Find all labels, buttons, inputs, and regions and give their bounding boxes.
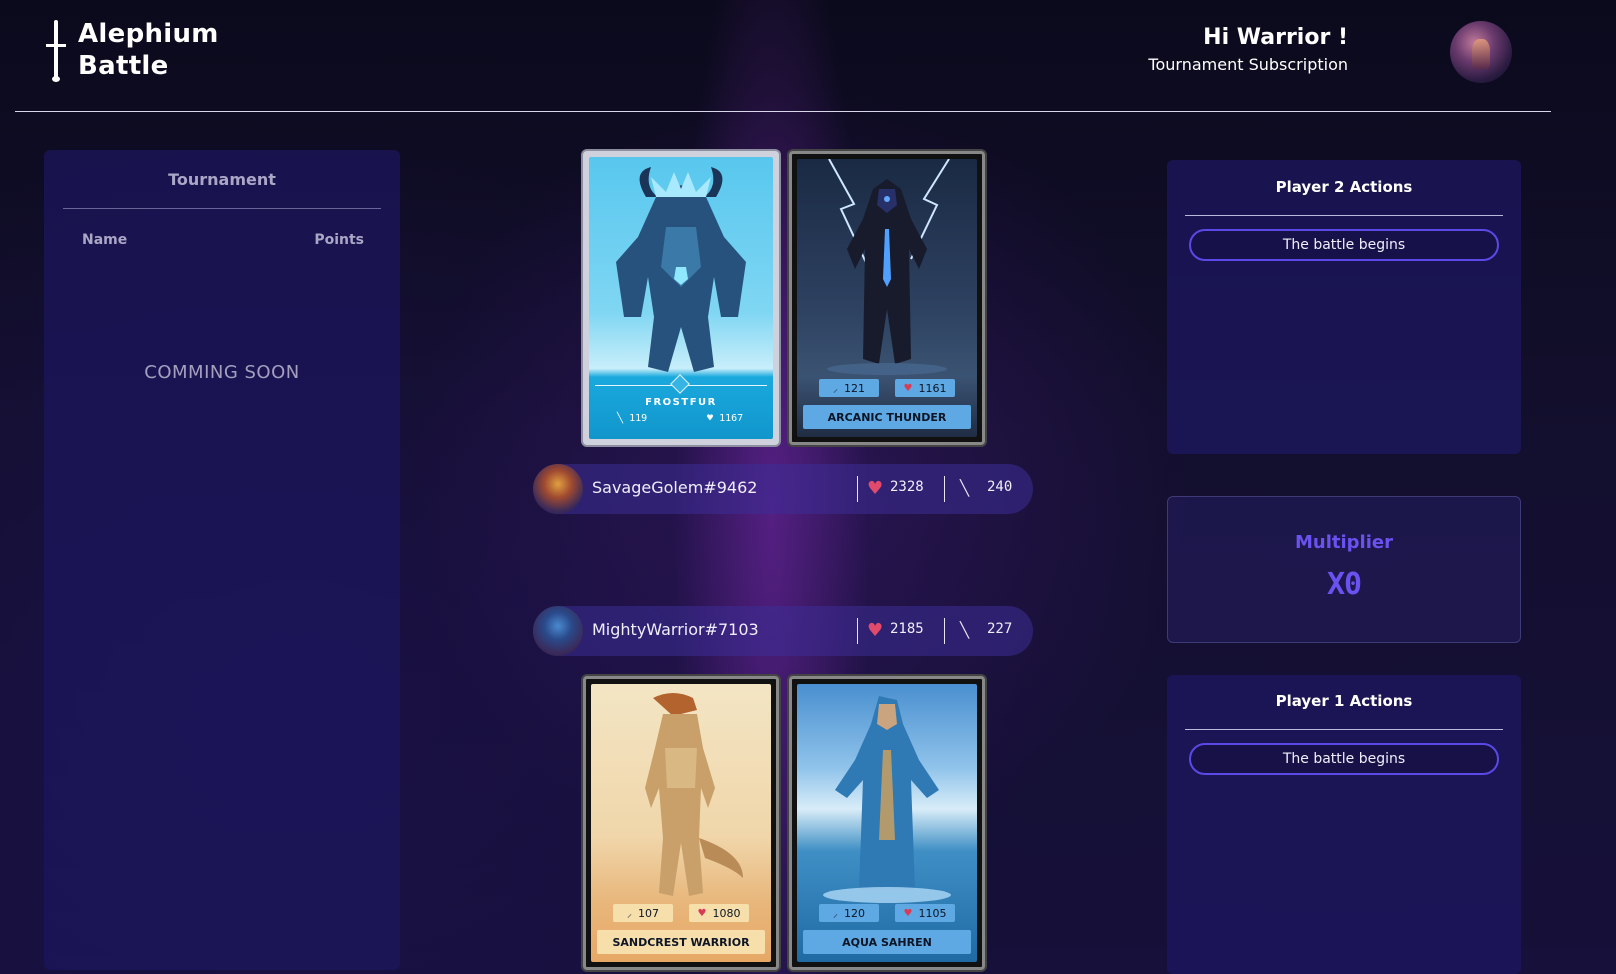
water-mage-figure bbox=[823, 696, 951, 903]
heart-icon: ♥ bbox=[867, 620, 884, 641]
user-avatar[interactable] bbox=[1450, 21, 1512, 83]
player1-actions-panel: Player 1 Actions The battle begins bbox=[1167, 675, 1521, 974]
card-health: ♥ 1105 bbox=[895, 904, 955, 922]
card-attack-value: 120 bbox=[844, 906, 865, 920]
heart-icon: ♥ bbox=[867, 478, 884, 499]
card-stats: ⸝ 107 ♥ 1080 bbox=[591, 904, 771, 922]
user-greeting: Hi Warrior ! Tournament Subscription bbox=[1148, 24, 1348, 76]
stat-separator bbox=[944, 476, 945, 502]
tournament-subscription-link[interactable]: Tournament Subscription bbox=[1148, 54, 1348, 76]
card-attack: ⸝ 120 bbox=[819, 904, 879, 922]
player1-avatar[interactable] bbox=[533, 606, 583, 656]
sword-icon: ╲ bbox=[617, 413, 624, 424]
app-logo[interactable]: Alephium Battle bbox=[44, 18, 219, 82]
sword-icon: ╲ bbox=[960, 621, 970, 639]
player1-health: 2185 bbox=[890, 621, 924, 637]
logo-line-1: Alephium bbox=[78, 19, 219, 49]
card-health-value: 1167 bbox=[719, 413, 744, 424]
card-art: ⸝ 120 ♥ 1105 AQUA SAHREN bbox=[797, 684, 977, 962]
card-attack-value: 107 bbox=[638, 906, 659, 920]
card-health-value: 1161 bbox=[918, 381, 947, 395]
player2-card-arcanic-thunder[interactable]: ⸝ 121 ♥ 1161 ARCANIC THUNDER bbox=[789, 151, 985, 445]
logo-line-2: Battle bbox=[78, 51, 169, 81]
player2-card-frostfur[interactable]: FROSTFUR ╲ 119 ♥ 1167 bbox=[583, 151, 779, 445]
column-header-name: Name bbox=[82, 232, 128, 248]
player1-name: MightyWarrior#7103 bbox=[592, 620, 759, 639]
lizard-warrior-figure bbox=[645, 693, 743, 896]
card-stats: ⸝ 121 ♥ 1161 bbox=[797, 379, 977, 397]
card-attack-value: 119 bbox=[629, 413, 648, 424]
card-attack: ⸝ 121 bbox=[819, 379, 879, 397]
action-log-entry: The battle begins bbox=[1189, 229, 1499, 261]
player1-attack: 227 bbox=[987, 621, 1013, 637]
multiplier-panel: Multiplier X0 bbox=[1167, 496, 1521, 643]
heart-icon: ♥ bbox=[707, 413, 714, 424]
card-health: ♥ 1161 bbox=[895, 379, 955, 397]
player2-actions-title: Player 2 Actions bbox=[1275, 178, 1413, 196]
panel-divider bbox=[1185, 729, 1503, 730]
tournament-divider bbox=[63, 208, 381, 209]
tournament-title: Tournament bbox=[168, 170, 276, 189]
stat-separator bbox=[944, 618, 945, 644]
player2-name: SavageGolem#9462 bbox=[592, 478, 758, 497]
sword-icon: ╲ bbox=[960, 479, 970, 497]
card-attack: ╲ 119 bbox=[617, 413, 647, 424]
coming-soon-text: COMMING SOON bbox=[144, 362, 300, 383]
thunder-mage-figure bbox=[827, 159, 950, 375]
card-health-value: 1105 bbox=[918, 906, 947, 920]
header-divider bbox=[15, 111, 1551, 112]
multiplier-value: X0 bbox=[1326, 567, 1362, 602]
greeting-text: Hi Warrior ! bbox=[1203, 25, 1348, 50]
card-attack: ⸝ 107 bbox=[613, 904, 673, 922]
card-name: AQUA SAHREN bbox=[803, 930, 971, 954]
card-health-value: 1080 bbox=[712, 906, 741, 920]
stat-separator bbox=[857, 618, 858, 644]
card-attack-value: 121 bbox=[844, 381, 865, 395]
player2-avatar[interactable] bbox=[533, 464, 583, 514]
player2-health: 2328 bbox=[890, 479, 924, 495]
frost-beast-figure bbox=[616, 167, 746, 372]
sword-icon: ⸝ bbox=[627, 909, 632, 920]
sword-icon: ⸝ bbox=[833, 909, 838, 920]
player2-attack: 240 bbox=[987, 479, 1013, 495]
player1-card-sandcrest-warrior[interactable]: ⸝ 107 ♥ 1080 SANDCREST WARRIOR bbox=[583, 676, 779, 970]
card-art: ⸝ 121 ♥ 1161 ARCANIC THUNDER bbox=[797, 159, 977, 437]
heart-icon: ♥ bbox=[697, 907, 707, 919]
card-health: ♥ 1080 bbox=[689, 904, 749, 922]
tournament-panel: Tournament Name Points COMMING SOON bbox=[44, 150, 400, 970]
card-name: ARCANIC THUNDER bbox=[803, 405, 971, 429]
stat-separator bbox=[857, 476, 858, 502]
top-header: Alephium Battle Hi Warrior ! Tournament … bbox=[0, 0, 1616, 112]
card-name: SANDCREST WARRIOR bbox=[597, 930, 765, 954]
heart-icon: ♥ bbox=[903, 907, 913, 919]
heart-icon: ♥ bbox=[903, 382, 913, 394]
column-header-points: Points bbox=[314, 232, 364, 248]
card-name: FROSTFUR bbox=[645, 397, 717, 408]
player1-card-aqua-sahren[interactable]: ⸝ 120 ♥ 1105 AQUA SAHREN bbox=[789, 676, 985, 970]
action-log-entry: The battle begins bbox=[1189, 743, 1499, 775]
player2-actions-panel: Player 2 Actions The battle begins bbox=[1167, 160, 1521, 454]
sword-icon bbox=[44, 18, 68, 82]
card-art: FROSTFUR ╲ 119 ♥ 1167 bbox=[589, 157, 773, 439]
player1-bar: MightyWarrior#7103 ♥ 2185 ╲ 227 bbox=[533, 606, 1033, 656]
player2-bar: SavageGolem#9462 ♥ 2328 ╲ 240 bbox=[533, 464, 1033, 514]
card-stats: ⸝ 120 ♥ 1105 bbox=[797, 904, 977, 922]
multiplier-label: Multiplier bbox=[1295, 532, 1393, 553]
card-health: ♥ 1167 bbox=[707, 413, 743, 424]
card-art: ⸝ 107 ♥ 1080 SANDCREST WARRIOR bbox=[591, 684, 771, 962]
panel-divider bbox=[1185, 215, 1503, 216]
sword-icon: ⸝ bbox=[833, 384, 838, 395]
logo-text: Alephium Battle bbox=[78, 18, 219, 82]
player1-actions-title: Player 1 Actions bbox=[1275, 692, 1413, 710]
